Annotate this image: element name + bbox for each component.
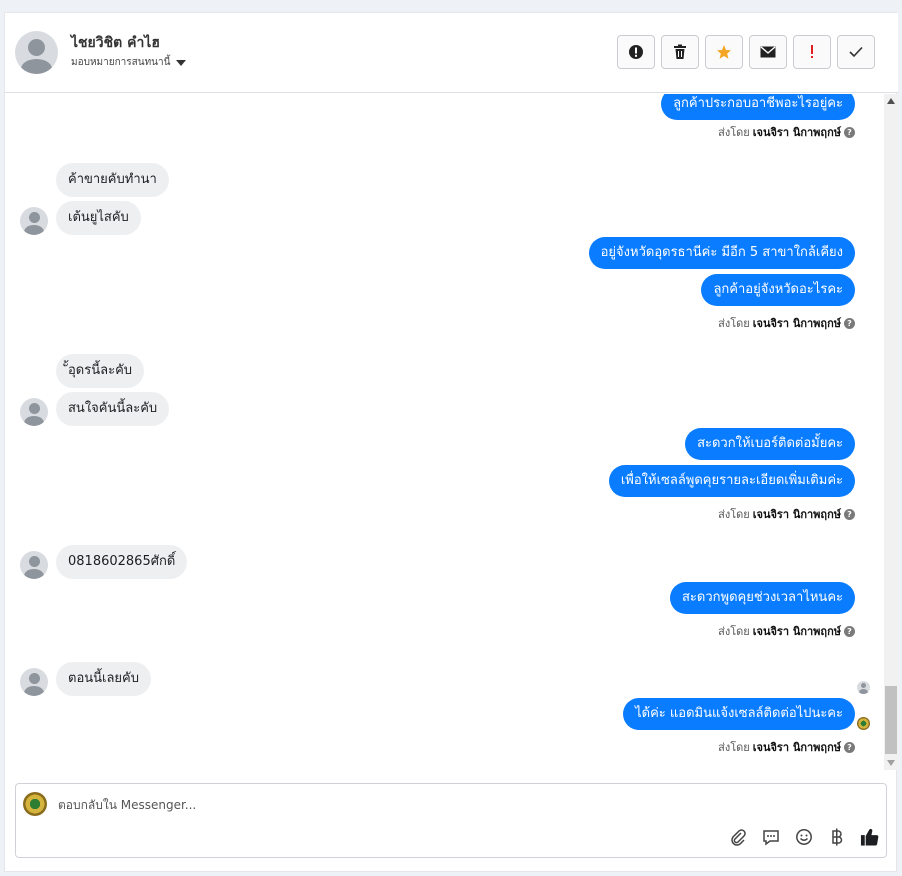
- sent-by-prefix: ส่งโดย: [718, 317, 750, 330]
- scroll-up-arrow-icon[interactable]: [887, 98, 895, 104]
- help-icon[interactable]: ?: [844, 317, 855, 329]
- star-button[interactable]: [705, 35, 743, 69]
- help-icon[interactable]: ?: [844, 126, 855, 138]
- assign-conversation-dropdown[interactable]: มอบหมายการสนทนานี้: [71, 55, 187, 70]
- trash-icon: [674, 44, 686, 59]
- composer-tools: [728, 827, 879, 846]
- alert-icon: [629, 45, 643, 59]
- thumbs-up-icon: [860, 828, 879, 846]
- message-incoming: ั้อุดรนี้ละคับ: [56, 354, 145, 388]
- mark-spam-button[interactable]: [617, 35, 655, 69]
- help-icon[interactable]: ?: [844, 625, 855, 637]
- sent-by-info: ส่งโดย เจนจิรา นิกาพฤกษ์ ?: [718, 123, 855, 141]
- paperclip-icon: [730, 828, 746, 846]
- caret-down-icon: [176, 59, 187, 66]
- message-outgoing: ได้ค่ะ แอดมินแจ้งเซลล์ติดต่อไปนะคะ: [623, 698, 855, 730]
- sent-by-prefix: ส่งโดย: [718, 508, 750, 521]
- sent-by-info: ส่งโดย เจนจิรา นิกาพฤกษ์ ?: [718, 738, 855, 756]
- message-incoming: ค้าขายคับทำนา: [56, 163, 169, 197]
- mark-unread-button[interactable]: [749, 35, 787, 69]
- message-outgoing: ลูกค้าอยู่จังหวัดอะไรคะ: [701, 274, 855, 306]
- scroll-thumb[interactable]: [885, 686, 897, 754]
- customer-avatar: [20, 668, 48, 696]
- delete-button[interactable]: [661, 35, 699, 69]
- sent-by-prefix: ส่งโดย: [718, 126, 750, 139]
- contact-name[interactable]: ไชยวิชิต คำไฮ: [71, 32, 160, 54]
- customer-avatar: [20, 551, 48, 579]
- header-actions: [617, 35, 875, 69]
- sent-by-info: ส่งโดย เจนจิรา นิกาพฤกษ์ ?: [718, 314, 855, 332]
- sent-by-prefix: ส่งโดย: [718, 625, 750, 638]
- send-like-button[interactable]: [860, 827, 879, 846]
- message-incoming: เต้นยูไสคับ: [56, 201, 141, 235]
- attach-button[interactable]: [728, 827, 747, 846]
- message-outgoing: สะดวกให้เบอร์ติดต่อมั้ยคะ: [685, 428, 855, 460]
- exclamation-icon: [811, 45, 813, 58]
- customer-avatar: [20, 398, 48, 426]
- reply-composer: [15, 783, 887, 858]
- seen-by-customer-avatar: [857, 681, 870, 694]
- customer-avatar: [20, 207, 48, 235]
- help-icon[interactable]: ?: [844, 508, 855, 520]
- reply-input[interactable]: [58, 796, 758, 814]
- help-icon[interactable]: ?: [844, 741, 855, 753]
- conversation-header: ไชยวิชิต คำไฮ มอบหมายการสนทนานี้: [5, 13, 898, 93]
- message-list: ลูกค้าประกอบอาชีพอะไรอยู่คะ ส่งโดย เจนจิ…: [5, 94, 883, 770]
- page-logo-icon: [857, 717, 870, 730]
- sent-by-agent: เจนจิรา นิกาพฤกษ์: [752, 126, 841, 139]
- check-icon: [849, 46, 863, 58]
- scroll-down-arrow-icon[interactable]: [887, 760, 895, 766]
- message-outgoing: อยู่จังหวัดอุดรธานีค่ะ มีอีก 5 สาขาใกล้เ…: [588, 237, 855, 269]
- baht-icon: [831, 828, 842, 845]
- star-icon: [717, 45, 731, 59]
- message-outgoing: เพื่อให้เซลล์พูดคุยรายละเอียดเพิ่มเติมค่…: [608, 465, 855, 497]
- saved-replies-button[interactable]: [761, 827, 780, 846]
- contact-avatar[interactable]: [15, 31, 58, 74]
- sent-by-agent: เจนจิรา นิกาพฤกษ์: [752, 625, 841, 638]
- message-incoming: ตอนนี้เลยคับ: [56, 662, 151, 696]
- mark-done-button[interactable]: [837, 35, 875, 69]
- smiley-icon: [795, 828, 812, 845]
- envelope-icon: [760, 46, 776, 58]
- flag-important-button[interactable]: [793, 35, 831, 69]
- assign-label: มอบหมายการสนทนานี้: [71, 57, 171, 68]
- sent-by-agent: เจนจิรา นิกาพฤกษ์: [752, 741, 841, 754]
- conversation-panel: ไชยวิชิต คำไฮ มอบหมายการสนทนานี้ ลูกค้าป…: [4, 12, 898, 872]
- sent-by-agent: เจนจิรา นิกาพฤกษ์: [752, 317, 841, 330]
- sent-by-agent: เจนจิรา นิกาพฤกษ์: [752, 508, 841, 521]
- message-outgoing: ลูกค้าประกอบอาชีพอะไรอยู่คะ: [661, 94, 855, 120]
- message-outgoing: สะดวกพูดคุยช่วงเวลาไหนคะ: [669, 582, 855, 614]
- message-scrollbar[interactable]: [884, 94, 898, 770]
- payment-button[interactable]: [827, 827, 846, 846]
- sent-by-info: ส่งโดย เจนจิรา นิกาพฤกษ์ ?: [718, 622, 855, 640]
- page-logo-icon: [23, 792, 47, 816]
- message-incoming: 0818602865ศักดิ์: [56, 545, 188, 579]
- sent-by-info: ส่งโดย เจนจิรา นิกาพฤกษ์ ?: [718, 505, 855, 523]
- message-incoming: สนใจคันนี้ละคับ: [56, 392, 170, 426]
- comment-icon: [762, 829, 779, 845]
- emoji-button[interactable]: [794, 827, 813, 846]
- sent-by-prefix: ส่งโดย: [718, 741, 750, 754]
